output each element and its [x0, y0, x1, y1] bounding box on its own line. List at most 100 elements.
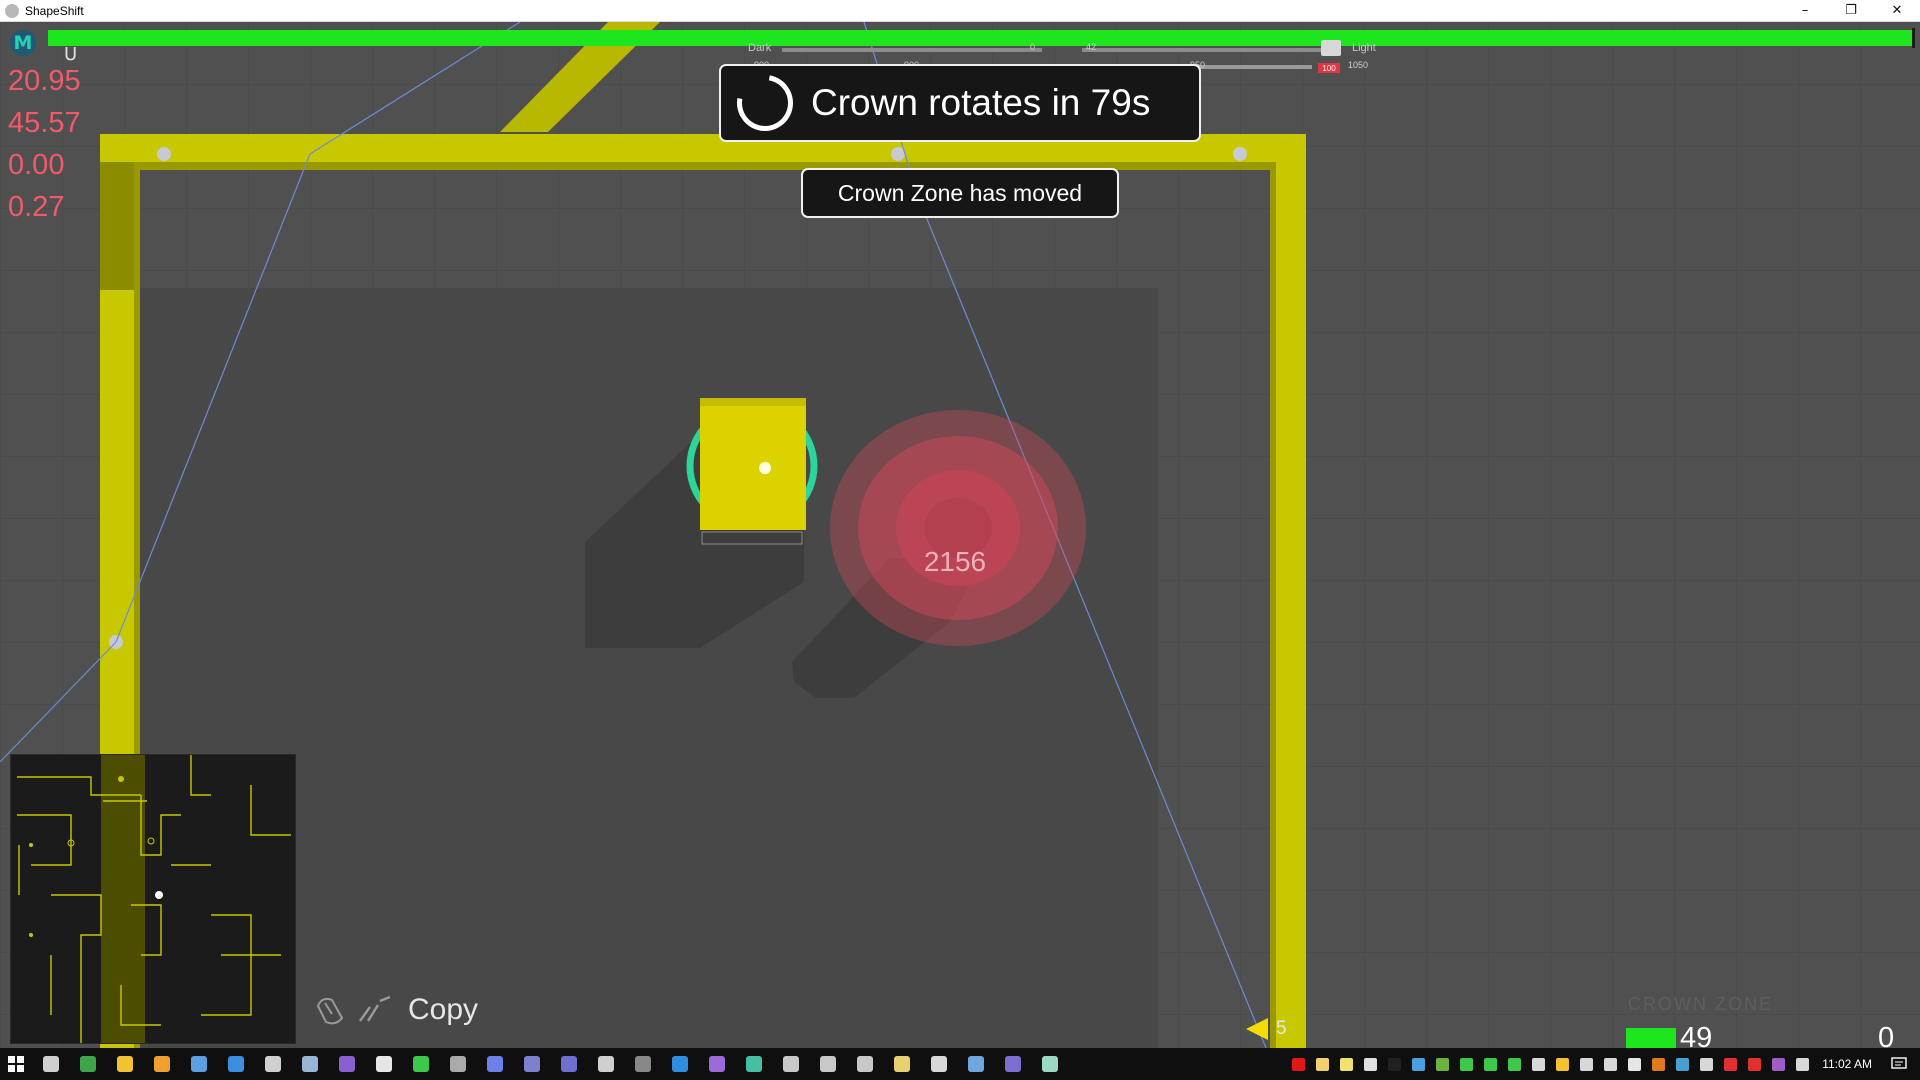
minimap-wall [101, 755, 145, 1043]
folder-tray-icon-glyph [1315, 1057, 1329, 1071]
photoshop-icon[interactable] [624, 1048, 661, 1080]
display-icon-glyph [856, 1056, 873, 1072]
chrome-icon[interactable] [69, 1048, 106, 1080]
notes-icon[interactable] [180, 1048, 217, 1080]
editor-icon[interactable] [217, 1048, 254, 1080]
visual-studio-icon[interactable] [328, 1048, 365, 1080]
gear-tray-icon[interactable] [1574, 1048, 1598, 1080]
game-viewport[interactable]: 2156 M U 20.95 45.57 0.00 0.27 Dark 0 42… [0, 22, 1920, 1048]
star-tray-icon[interactable] [1550, 1048, 1574, 1080]
phone-tray-icon[interactable] [1598, 1048, 1622, 1080]
minimap[interactable] [10, 754, 296, 1044]
player-light [759, 462, 771, 474]
star-tray-icon-glyph [1555, 1057, 1569, 1071]
h-tray-icon-3[interactable] [1502, 1048, 1526, 1080]
h-app-icon[interactable] [402, 1048, 439, 1080]
sticky-notes-icon[interactable] [883, 1048, 920, 1080]
crown-timer-text: Crown rotates in 79s [811, 82, 1151, 123]
stack-tray-icon[interactable] [1358, 1048, 1382, 1080]
black-tray-icon[interactable] [1382, 1048, 1406, 1080]
slider-track-right[interactable] [1082, 48, 1340, 52]
red-square-icon[interactable] [1286, 1048, 1310, 1080]
taskbar-clock[interactable]: 11:02 AM [1822, 1057, 1872, 1071]
unity-icon-glyph [597, 1056, 614, 1072]
volume-icon[interactable] [1694, 1048, 1718, 1080]
vs-2-icon-glyph [745, 1056, 762, 1072]
vs-2-icon[interactable] [735, 1048, 772, 1080]
stat-value: 0.00 [8, 149, 65, 181]
network-tray-icon[interactable] [1670, 1048, 1694, 1080]
orange-tray-icon[interactable] [1646, 1048, 1670, 1080]
system-tray: 11:02 AM [1286, 1048, 1920, 1080]
light-label: Light [1352, 42, 1376, 54]
obs-icon-glyph [930, 1056, 947, 1072]
vscode-icon[interactable] [661, 1048, 698, 1080]
acrobat-tray-icon[interactable] [1742, 1048, 1766, 1080]
notification-button[interactable] [1884, 1048, 1914, 1080]
minimize-button[interactable]: – [1782, 0, 1828, 22]
minimap-marker [29, 843, 33, 847]
enemy-player [830, 410, 1086, 646]
folder-tray-icon[interactable] [1310, 1048, 1334, 1080]
volume-icon-glyph [1699, 1057, 1713, 1071]
shapeshift-icon-glyph [1041, 1056, 1058, 1072]
copy-shape-icon [359, 995, 391, 1022]
red-square-icon-glyph [1291, 1057, 1305, 1071]
debug-stats: 20.95 45.57 0.00 0.27 [8, 60, 81, 228]
minimap-marker [118, 776, 124, 782]
slider-warning-badge: 100 [1318, 63, 1340, 73]
h-tray-icon-1-glyph [1459, 1057, 1473, 1071]
copy-label: Copy [408, 993, 479, 1026]
vs-tray-icon[interactable] [1622, 1048, 1646, 1080]
slider-knob[interactable] [1321, 40, 1341, 56]
light-node [891, 147, 905, 161]
eclipse-icon[interactable] [513, 1048, 550, 1080]
nvidia-tray-icon[interactable] [1430, 1048, 1454, 1080]
slider-track-left[interactable] [782, 48, 1042, 52]
h-tray-icon-1[interactable] [1454, 1048, 1478, 1080]
vs-tray-icon-glyph [1627, 1057, 1641, 1071]
display-icon[interactable] [846, 1048, 883, 1080]
task-view-icon[interactable] [32, 1048, 69, 1080]
mouse-click-icon [316, 997, 344, 1025]
monitor-tray-icon[interactable] [1790, 1048, 1814, 1080]
unity-hub-icon[interactable] [254, 1048, 291, 1080]
unity-icon[interactable] [587, 1048, 624, 1080]
visual-studio-code-icon[interactable] [365, 1048, 402, 1080]
eclipse-2-icon[interactable] [550, 1048, 587, 1080]
bars-tray-icon[interactable] [1406, 1048, 1430, 1080]
windows-taskbar: 11:02 AM [0, 1048, 1920, 1080]
file-explorer-icon[interactable] [106, 1048, 143, 1080]
note-tray-icon[interactable] [1334, 1048, 1358, 1080]
h-app-icon-glyph [412, 1056, 429, 1072]
settings-app-icon[interactable] [809, 1048, 846, 1080]
terminal-icon[interactable] [439, 1048, 476, 1080]
crown-timer-banner: Crown rotates in 79s [719, 64, 1201, 142]
red-tray-icon-glyph [1723, 1057, 1737, 1071]
shield-tray-icon[interactable] [1526, 1048, 1550, 1080]
discord-icon[interactable] [476, 1048, 513, 1080]
onenote-tray-icon[interactable] [1766, 1048, 1790, 1080]
task-view-icon-glyph [42, 1056, 59, 1072]
start-button[interactable] [0, 1048, 32, 1080]
restore-button[interactable]: ❐ [1828, 0, 1874, 22]
obs-icon[interactable] [920, 1048, 957, 1080]
black-tray-icon-glyph [1387, 1057, 1401, 1071]
health-bar-bottom [1626, 1027, 1676, 1048]
player-badge-icon: M [10, 30, 36, 56]
taskbar-apps [32, 1048, 1068, 1080]
player-box [700, 398, 806, 530]
windows-logo-icon [8, 1056, 24, 1072]
red-tray-icon[interactable] [1718, 1048, 1742, 1080]
snip-icon-glyph [967, 1056, 984, 1072]
close-button[interactable]: ✕ [1874, 0, 1920, 22]
vpn-icon[interactable] [698, 1048, 735, 1080]
notification-icon [1891, 1057, 1907, 1069]
media-player-icon[interactable] [143, 1048, 180, 1080]
steam-icon[interactable] [291, 1048, 328, 1080]
h-tray-icon-2[interactable] [1478, 1048, 1502, 1080]
git-icon[interactable] [772, 1048, 809, 1080]
shapeshift-icon[interactable] [1031, 1048, 1068, 1080]
game-icon[interactable] [994, 1048, 1031, 1080]
snip-icon[interactable] [957, 1048, 994, 1080]
